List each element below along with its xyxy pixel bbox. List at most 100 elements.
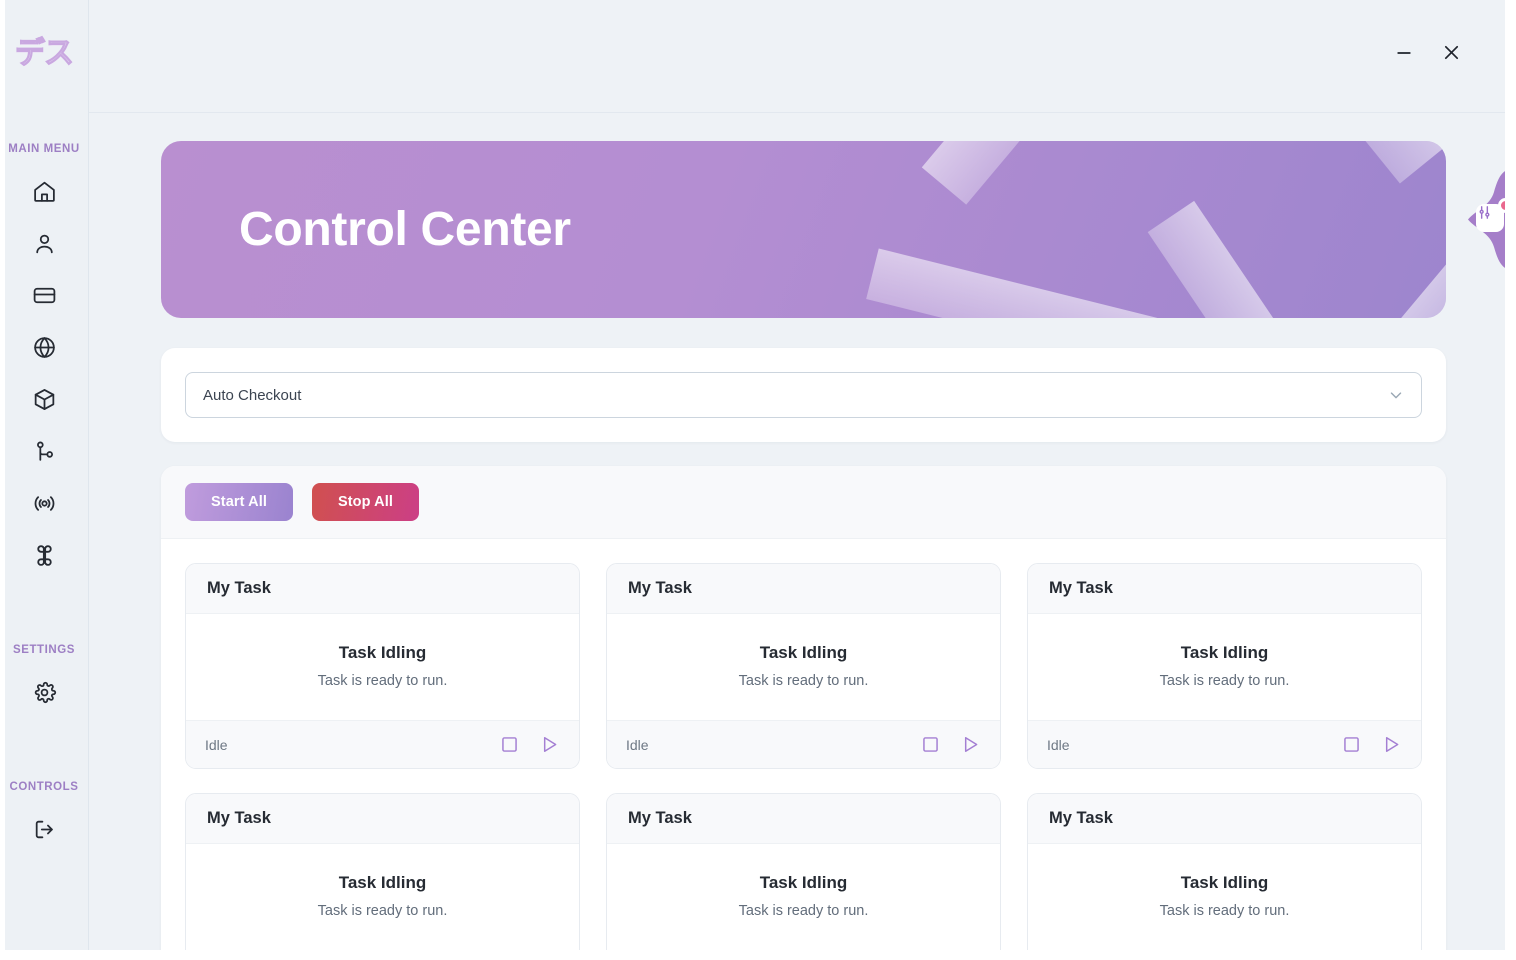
banner-stripe bbox=[1135, 141, 1446, 184]
app-window: デス MAIN MENU SETTINGS CONTROLS Control C… bbox=[0, 0, 1516, 960]
sidebar-section-main-menu: MAIN MENU bbox=[8, 143, 80, 155]
sidebar: デス MAIN MENU SETTINGS CONTROLS bbox=[0, 0, 89, 960]
task-card-body: Task Idling Task is ready to run. bbox=[607, 844, 1000, 950]
task-card-body: Task Idling Task is ready to run. bbox=[186, 844, 579, 950]
task-card-title: My Task bbox=[1028, 564, 1421, 614]
task-card-title: My Task bbox=[186, 564, 579, 614]
window-left-edge bbox=[0, 0, 5, 960]
sidebar-item-products[interactable] bbox=[18, 373, 70, 425]
sidebar-item-home[interactable] bbox=[18, 165, 70, 217]
box-icon bbox=[32, 387, 57, 412]
sidebar-main-menu-list bbox=[0, 165, 88, 581]
sidebar-item-logout[interactable] bbox=[18, 803, 70, 855]
task-card[interactable]: My Task Task Idling Task is ready to run… bbox=[1027, 563, 1422, 769]
task-status-title: Task Idling bbox=[1180, 643, 1269, 662]
task-status-title: Task Idling bbox=[338, 873, 427, 892]
minimize-icon bbox=[1394, 43, 1414, 68]
gear-icon bbox=[32, 680, 57, 705]
task-card-body: Task Idling Task is ready to run. bbox=[186, 614, 579, 720]
page-banner: Control Center bbox=[161, 141, 1446, 318]
banner-stripe bbox=[921, 141, 1179, 205]
page-title: Control Center bbox=[239, 203, 571, 256]
close-icon bbox=[1441, 42, 1462, 68]
task-card-title: My Task bbox=[607, 564, 1000, 614]
stop-square-icon[interactable] bbox=[499, 734, 520, 755]
task-card-body: Task Idling Task is ready to run. bbox=[1028, 614, 1421, 720]
profile-select-value: Auto Checkout bbox=[203, 386, 302, 404]
sidebar-item-monitors[interactable] bbox=[18, 477, 70, 529]
home-icon bbox=[32, 179, 57, 204]
task-status-title: Task Idling bbox=[759, 873, 848, 892]
banner-stripe bbox=[1147, 200, 1329, 318]
sidebar-item-tasks[interactable] bbox=[18, 425, 70, 477]
logout-icon bbox=[32, 817, 57, 842]
task-status-sub: Task is ready to run. bbox=[1159, 673, 1290, 689]
user-icon bbox=[32, 231, 57, 256]
task-state-label: Idle bbox=[626, 736, 649, 753]
task-status-sub: Task is ready to run. bbox=[317, 903, 448, 919]
task-card[interactable]: My Task Task Idling Task is ready to run… bbox=[185, 563, 580, 769]
sidebar-item-billing[interactable] bbox=[18, 269, 70, 321]
task-card[interactable]: My Task Task Idling Task is ready to run… bbox=[1027, 793, 1422, 960]
sidebar-section-controls: CONTROLS bbox=[9, 781, 79, 793]
tasks-grid: My Task Task Idling Task is ready to run… bbox=[161, 539, 1446, 960]
credit-card-icon bbox=[32, 283, 57, 308]
sidebar-item-profile[interactable] bbox=[18, 217, 70, 269]
app-logo[interactable]: デス bbox=[0, 0, 89, 113]
tasks-panel: Start All Stop All My Task Task Idling T… bbox=[161, 466, 1446, 960]
banner-stripe bbox=[1187, 243, 1446, 318]
sidebar-item-proxies[interactable] bbox=[18, 321, 70, 373]
task-card-title: My Task bbox=[607, 794, 1000, 844]
minimize-button[interactable] bbox=[1387, 38, 1421, 72]
task-card-body: Task Idling Task is ready to run. bbox=[1028, 844, 1421, 950]
close-button[interactable] bbox=[1434, 38, 1468, 72]
task-card-footer: Idle bbox=[186, 720, 579, 768]
play-triangle-icon[interactable] bbox=[1381, 734, 1402, 755]
start-all-button[interactable]: Start All bbox=[185, 483, 293, 521]
task-state-label: Idle bbox=[205, 736, 228, 753]
git-branch-icon bbox=[32, 439, 57, 464]
profile-select[interactable]: Auto Checkout bbox=[185, 372, 1422, 418]
sidebar-item-commands[interactable] bbox=[18, 529, 70, 581]
task-status-title: Task Idling bbox=[338, 643, 427, 662]
page-content: Control Center Auto Checkout Start All S… bbox=[89, 113, 1516, 960]
command-icon bbox=[32, 543, 57, 568]
task-card-footer: Idle bbox=[607, 720, 1000, 768]
window-bottom-edge bbox=[0, 950, 1516, 960]
main-region: Control Center Auto Checkout Start All S… bbox=[89, 0, 1516, 960]
sidebar-item-settings[interactable] bbox=[18, 666, 70, 718]
profile-select-panel: Auto Checkout bbox=[161, 348, 1446, 442]
task-card-title: My Task bbox=[1028, 794, 1421, 844]
sidebar-settings-list bbox=[0, 666, 88, 718]
banner-stripe bbox=[866, 248, 1170, 318]
play-triangle-icon[interactable] bbox=[539, 734, 560, 755]
task-status-sub: Task is ready to run. bbox=[738, 903, 869, 919]
stop-all-button[interactable]: Stop All bbox=[311, 483, 420, 521]
sidebar-section-settings: SETTINGS bbox=[13, 644, 75, 656]
task-status-sub: Task is ready to run. bbox=[738, 673, 869, 689]
task-status-sub: Task is ready to run. bbox=[1159, 903, 1290, 919]
title-bar bbox=[89, 0, 1516, 113]
task-card-actions bbox=[920, 734, 981, 755]
task-card-actions bbox=[499, 734, 560, 755]
task-card-footer: Idle bbox=[1028, 720, 1421, 768]
task-card-actions bbox=[1341, 734, 1402, 755]
task-card[interactable]: My Task Task Idling Task is ready to run… bbox=[185, 793, 580, 960]
task-status-title: Task Idling bbox=[1180, 873, 1269, 892]
logo-mark: デス bbox=[14, 35, 74, 71]
play-triangle-icon[interactable] bbox=[960, 734, 981, 755]
globe-icon bbox=[32, 335, 57, 360]
tasks-toolbar: Start All Stop All bbox=[161, 466, 1446, 539]
sidebar-controls-list bbox=[0, 803, 88, 855]
task-card-body: Task Idling Task is ready to run. bbox=[607, 614, 1000, 720]
task-status-sub: Task is ready to run. bbox=[317, 673, 448, 689]
task-card[interactable]: My Task Task Idling Task is ready to run… bbox=[606, 563, 1001, 769]
stop-square-icon[interactable] bbox=[920, 734, 941, 755]
task-card[interactable]: My Task Task Idling Task is ready to run… bbox=[606, 793, 1001, 960]
task-status-title: Task Idling bbox=[759, 643, 848, 662]
chevron-down-icon bbox=[1387, 386, 1405, 404]
stop-square-icon[interactable] bbox=[1341, 734, 1362, 755]
window-right-edge bbox=[1505, 0, 1516, 960]
task-card-title: My Task bbox=[186, 794, 579, 844]
task-state-label: Idle bbox=[1047, 736, 1070, 753]
